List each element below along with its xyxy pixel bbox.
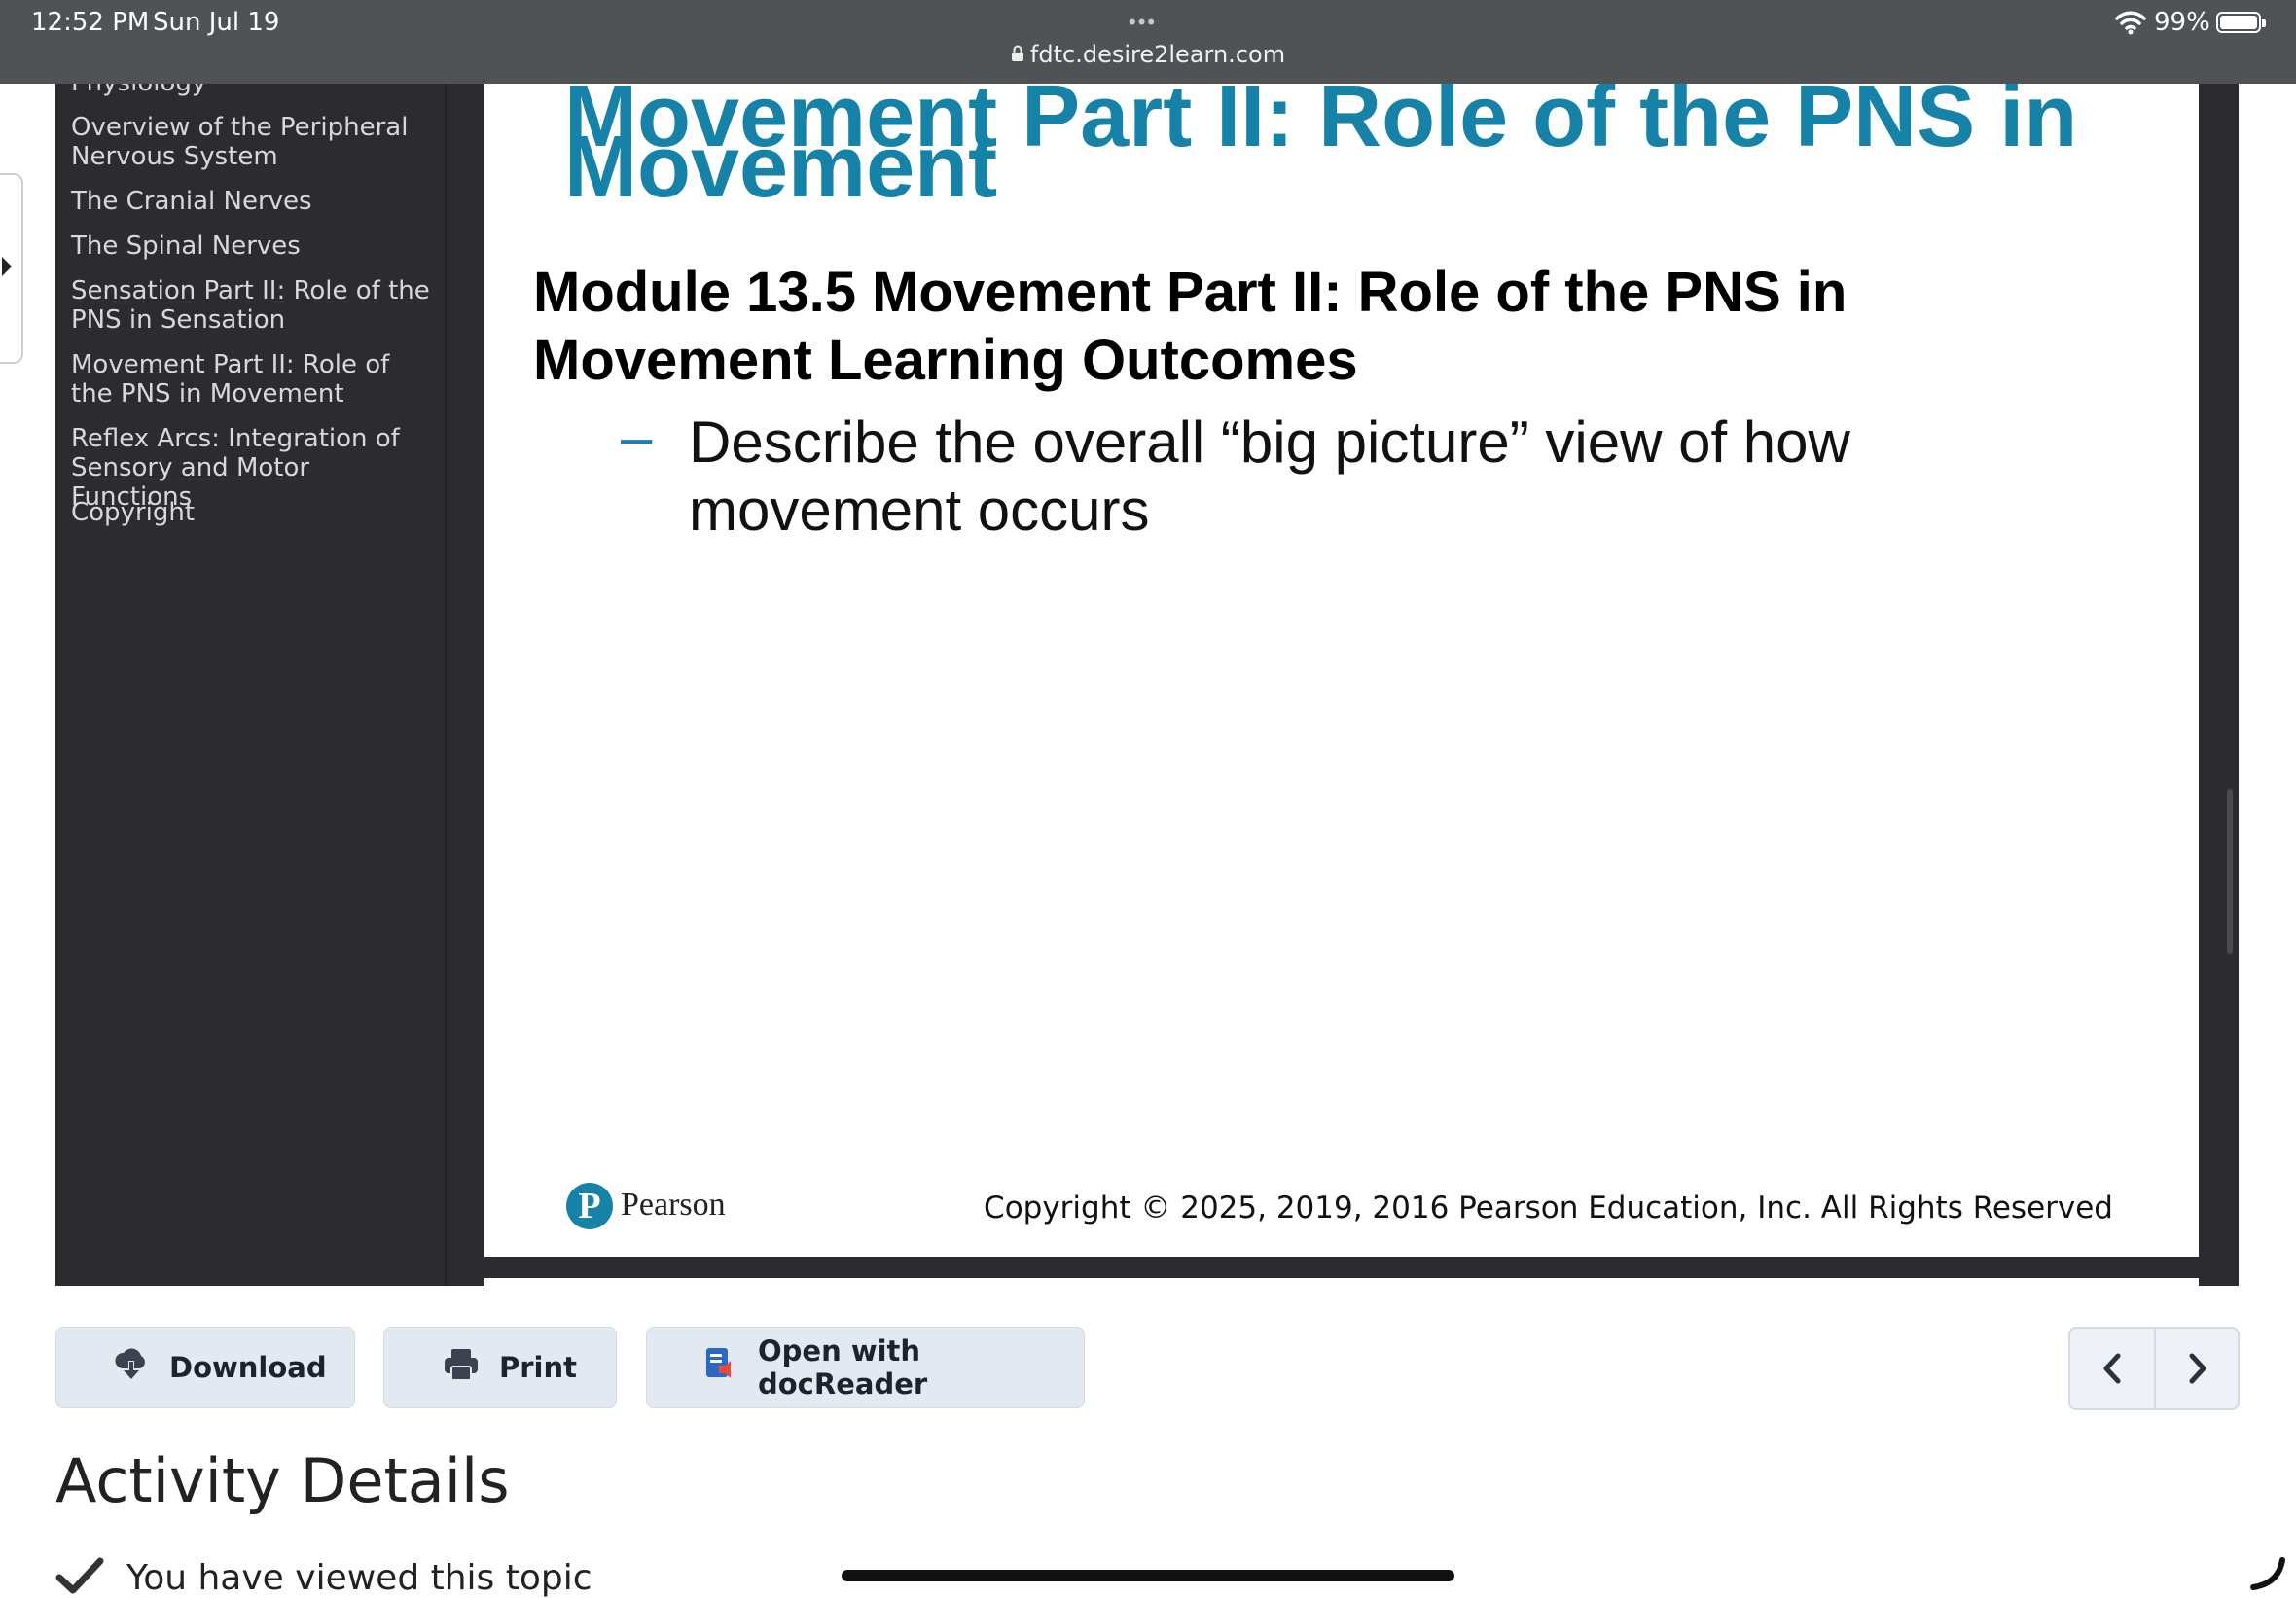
viewed-status-text: You have viewed this topic <box>126 1558 592 1598</box>
next-slide-edge <box>484 1278 2199 1286</box>
ios-status-bar: 12:52 PM Sun Jul 19 ••• fdtc.desire2lear… <box>0 0 2296 84</box>
download-button[interactable]: Download <box>55 1327 355 1408</box>
lock-icon <box>1011 45 1024 67</box>
docreader-label: Open with docReader <box>758 1334 928 1401</box>
print-button[interactable]: Print <box>383 1327 617 1408</box>
toc-item[interactable]: The Spinal Nerves <box>71 231 431 261</box>
status-time: 12:52 PM <box>31 8 150 37</box>
toc-item[interactable]: Sensation Part II: Role of the PNS in Se… <box>71 276 431 335</box>
table-of-contents: Physiology Overview of the Peripheral Ne… <box>55 84 447 1286</box>
multitasking-dots-icon[interactable]: ••• <box>1129 10 1157 35</box>
publisher-name: Pearson <box>621 1187 726 1223</box>
wifi-icon <box>2115 11 2146 35</box>
slide-copyright: Copyright © 2025, 2019, 2016 Pearson Edu… <box>984 1190 2113 1225</box>
docreader-icon <box>703 1346 738 1390</box>
slide-heading: Module 13.5 Movement Part II: Role of th… <box>533 261 1848 392</box>
chevron-left-icon <box>2103 1353 2121 1384</box>
pencil-handle-icon <box>2250 1557 2285 1590</box>
download-label: Download <box>169 1351 327 1384</box>
viewer-scrollbar[interactable] <box>2227 789 2233 954</box>
chevron-right-icon <box>2 257 12 276</box>
toc-item[interactable]: Copyright <box>71 498 431 527</box>
sidebar-toggle-handle[interactable] <box>0 173 23 364</box>
slide-page: Movement Part II: Role of the PNS in Mov… <box>484 84 2199 1257</box>
toc-item-current[interactable]: Movement Part II: Role of the PNS in Mov… <box>71 350 431 408</box>
document-viewer: Physiology Overview of the Peripheral Ne… <box>55 84 2239 1286</box>
toc-item[interactable]: Physiology <box>71 84 431 97</box>
pearson-logo: P <box>566 1183 613 1229</box>
status-date: Sun Jul 19 <box>153 8 280 37</box>
slide-bullet: Describe the overall “big picture” view … <box>689 409 1850 543</box>
cloud-download-icon <box>113 1347 150 1389</box>
next-button[interactable] <box>2156 1329 2240 1408</box>
toc-item[interactable]: Overview of the Peripheral Nervous Syste… <box>71 113 431 171</box>
home-indicator[interactable] <box>842 1570 1454 1581</box>
page-navigation <box>2068 1327 2240 1410</box>
battery-percent: 99% <box>2154 8 2210 37</box>
activity-details-heading: Activity Details <box>55 1445 510 1516</box>
checkmark-icon <box>55 1557 104 1594</box>
bullet-dash: – <box>621 406 653 469</box>
open-docreader-button[interactable]: Open with docReader <box>646 1327 1085 1408</box>
chevron-right-icon <box>2189 1353 2206 1384</box>
slide-title: Movement <box>564 119 998 216</box>
url-text: fdtc.desire2learn.com <box>1029 41 1286 68</box>
printer-icon <box>443 1347 480 1389</box>
previous-button[interactable] <box>2070 1329 2154 1408</box>
battery-icon <box>2216 12 2266 33</box>
address-bar[interactable]: fdtc.desire2learn.com <box>0 41 2296 68</box>
toc-item[interactable]: The Cranial Nerves <box>71 187 431 216</box>
print-label: Print <box>499 1351 578 1384</box>
